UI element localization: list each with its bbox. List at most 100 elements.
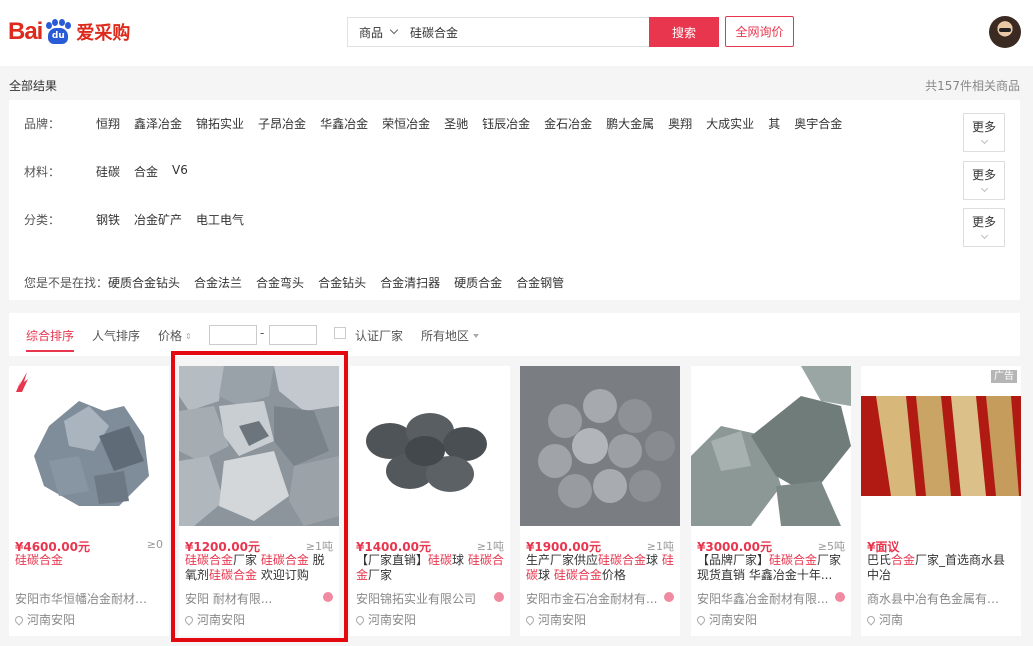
avatar[interactable] [989, 16, 1021, 48]
product-company[interactable]: 安阳 耐材有限... [185, 590, 325, 607]
product-company[interactable]: 安阳市华恒幡冶金耐材有... [15, 590, 155, 607]
title-text: 球 [452, 553, 468, 567]
suggestion-link[interactable]: 合金钻头 [318, 274, 366, 291]
brand-option[interactable]: 金石冶金 [544, 115, 592, 132]
suggestion-link[interactable]: 合金弯头 [256, 274, 304, 291]
search-button[interactable]: 搜索 [649, 17, 719, 47]
inquiry-button[interactable]: 全网询价 [725, 16, 794, 47]
brand-option[interactable]: 大成实业 [706, 115, 754, 132]
did-you-mean-label: 您是不是在找： [24, 276, 109, 290]
product-image[interactable] [179, 366, 339, 526]
brand-option[interactable]: 子昂冶金 [258, 115, 306, 132]
keyword-highlight: 硅碳合金 [260, 553, 309, 567]
brand-option[interactable]: 鑫泽冶金 [134, 115, 182, 132]
brand-option[interactable]: 恒翔 [96, 115, 120, 132]
brand-option[interactable]: 奥翔 [668, 115, 692, 132]
did-you-mean: 您是不是在找： 硬质合金钻头 合金法兰 合金弯头 合金钻头 合金清扫器 硬质合金 合金钢管 [24, 274, 578, 291]
brand-option[interactable]: 鹏大金属 [606, 115, 654, 132]
product-company[interactable]: 安阳市金石冶金耐材有... [526, 590, 666, 607]
brand-option[interactable]: 荣恒冶金 [382, 115, 430, 132]
product-card[interactable]: 广告 ¥面议 巴氏合金厂家_首选商水县中冶 商水县中冶有色金属有限... 河南 [861, 366, 1021, 636]
verified-badge-icon [664, 592, 674, 602]
material-option[interactable]: 硅碳 [96, 163, 120, 180]
material-more-button[interactable]: 更多 [963, 161, 1005, 200]
product-title[interactable]: 【品牌厂家】硅碳合金厂家 现货直销 华鑫冶金十年... [697, 553, 847, 585]
top-header: Bai du 爱采购 商品 搜索 全网询价 [0, 0, 1033, 66]
hot-icon [16, 372, 28, 392]
sort-popularity[interactable]: 人气排序 [92, 327, 140, 344]
brand-option[interactable]: 华鑫冶金 [320, 115, 368, 132]
product-image[interactable] [691, 366, 851, 526]
search-category-dropdown[interactable]: 商品 [348, 24, 410, 41]
category-more-button[interactable]: 更多 [963, 208, 1005, 247]
certified-label[interactable]: 认证厂家 [355, 327, 403, 344]
product-company[interactable]: 安阳华鑫冶金耐材有限... [697, 590, 837, 607]
suggestion-link[interactable]: 硬质合金 [454, 274, 502, 291]
brand-option[interactable]: 圣驰 [444, 115, 468, 132]
product-card[interactable]: ¥3000.00元 ≥5吨 【品牌厂家】硅碳合金厂家 现货直销 华鑫冶金十年..… [691, 366, 851, 636]
chevron-down-icon [980, 184, 988, 193]
material-option[interactable]: 合金 [134, 163, 158, 180]
sort-price[interactable]: 价格 ⇕ [158, 327, 192, 344]
logo-aicaigou-text: 爱采购 [76, 23, 131, 44]
product-card[interactable]: ¥1200.00元 ≥1吨 硅碳合金厂家 硅碳合金 脱氧剂硅碳合金 欢迎订购 安… [179, 366, 339, 636]
suggestion-link[interactable]: 合金钢管 [516, 274, 564, 291]
search-input[interactable] [410, 19, 630, 45]
location-pin-icon [183, 613, 195, 626]
title-text: 【品牌厂家】 [697, 553, 770, 567]
verified-badge-icon [835, 592, 845, 602]
product-company[interactable]: 安阳锦拓实业有限公司 [356, 590, 496, 607]
material-option[interactable]: V6 [172, 163, 188, 180]
location-pin-icon [354, 613, 366, 626]
product-location: 河南 [865, 611, 903, 628]
results-count: 共157件相关商品 [925, 79, 1020, 93]
location-pin-icon [524, 613, 536, 626]
suggestion-link[interactable]: 硬质合金钻头 [108, 274, 180, 291]
more-label: 更多 [971, 120, 996, 134]
product-location: 河南安阳 [695, 611, 757, 628]
brand-more-button[interactable]: 更多 [963, 113, 1005, 152]
product-title[interactable]: 生产厂家供应硅碳合金球 硅碳球 硅碳合金价格 [526, 553, 676, 585]
product-location-text: 河南安阳 [538, 613, 587, 627]
product-card[interactable]: ¥4600.00元 ≥0 硅碳合金 安阳市华恒幡冶金耐材有... 河南安阳 [9, 366, 169, 636]
product-image[interactable]: 广告 [861, 366, 1021, 526]
brand-option[interactable]: 奥宇合金 [794, 115, 842, 132]
product-title[interactable]: 硅碳合金 [15, 553, 165, 585]
brand-option[interactable]: 锦拓实业 [196, 115, 244, 132]
brand-option[interactable]: 其 [768, 115, 780, 132]
suggestion-link[interactable]: 合金法兰 [194, 274, 242, 291]
price-max-input[interactable] [269, 325, 317, 345]
product-card[interactable]: ¥1900.00元 ≥1吨 生产厂家供应硅碳合金球 硅碳球 硅碳合金价格 安阳市… [520, 366, 680, 636]
product-image[interactable] [350, 366, 510, 526]
price-min-input[interactable] [209, 325, 257, 345]
product-card[interactable]: ¥1400.00元 ≥1吨 【厂家直销】硅碳球 硅碳合金厂家 安阳锦拓实业有限公… [350, 366, 510, 636]
product-moq: ≥5吨 [817, 540, 845, 553]
product-image[interactable] [520, 366, 680, 526]
product-company[interactable]: 商水县中冶有色金属有限... [867, 590, 1007, 607]
product-moq: ≥0 [146, 538, 163, 551]
product-title[interactable]: 硅碳合金厂家 硅碳合金 脱氧剂硅碳合金 欢迎订购 [185, 553, 335, 585]
all-results-label: 全部结果 [9, 79, 58, 93]
category-option[interactable]: 冶金矿产 [134, 211, 182, 228]
search-box: 商品 [347, 17, 649, 47]
suggestion-link[interactable]: 合金清扫器 [380, 274, 440, 291]
logo-bai-text: Bai [8, 18, 43, 45]
certified-checkbox[interactable] [334, 327, 346, 339]
sort-price-label: 价格 [158, 329, 183, 343]
baidu-aicaigou-logo[interactable]: Bai du 爱采购 [8, 14, 130, 50]
product-title[interactable]: 【厂家直销】硅碳球 硅碳合金厂家 [356, 553, 506, 585]
title-text: 厂家 [368, 568, 393, 582]
sort-comprehensive[interactable]: 综合排序 [26, 327, 75, 352]
category-option[interactable]: 钢铁 [96, 211, 120, 228]
product-image[interactable] [9, 366, 169, 526]
title-text: 价格 [601, 568, 626, 582]
paw-icon: du [44, 19, 72, 45]
product-title[interactable]: 巴氏合金厂家_首选商水县中冶 [867, 553, 1017, 585]
category-option[interactable]: 电工电气 [196, 211, 244, 228]
location-pin-icon [13, 613, 25, 626]
brand-option[interactable]: 钰辰冶金 [482, 115, 530, 132]
keyword-highlight: 合金 [891, 553, 916, 567]
product-moq: ≥1吨 [305, 540, 333, 553]
product-location: 河南安阳 [13, 611, 75, 628]
region-dropdown[interactable]: 所有地区 [421, 327, 480, 344]
